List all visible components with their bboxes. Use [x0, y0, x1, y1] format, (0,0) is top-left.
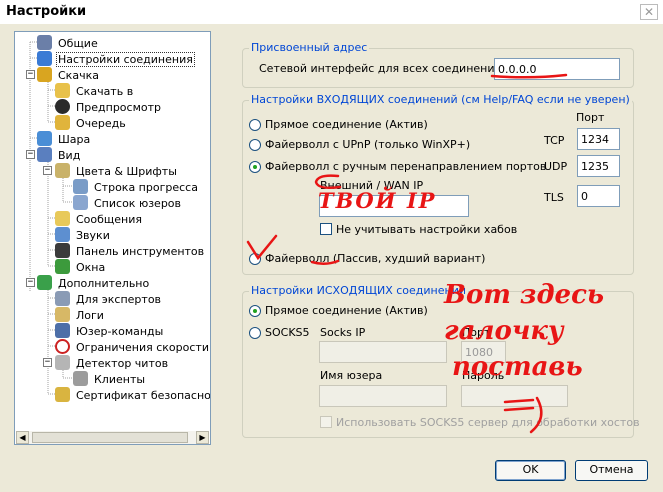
queue-icon — [55, 115, 70, 130]
annotation-line-3: поставь — [452, 352, 583, 382]
scroll-left-button[interactable]: ◀ — [16, 431, 29, 444]
collapse-colors-button[interactable]: − — [43, 166, 52, 175]
share-icon — [37, 131, 52, 146]
port-header: Порт — [576, 111, 605, 124]
radio-upnp-label: Файерволл с UPnP (только WinXP+) — [265, 138, 471, 151]
radio-passive[interactable] — [249, 253, 261, 265]
tree-item-selected-label: Настройки соединения — [56, 52, 195, 67]
radio-out-direct[interactable] — [249, 305, 261, 317]
tree-horizontal-scrollbar[interactable]: ◀ ▶ — [16, 431, 209, 444]
tls-port-input[interactable] — [577, 185, 620, 207]
collapse-advanced-button[interactable]: − — [26, 278, 35, 287]
title-bar: Настройки ✕ — [0, 0, 663, 24]
use-socks-hosts-label: Использовать SOCKS5 сервер для обработки… — [336, 416, 640, 429]
message-icon — [55, 211, 70, 226]
play-icon — [55, 99, 70, 114]
radio-manual-port-forward[interactable] — [249, 161, 261, 173]
socks-user-input[interactable] — [319, 385, 447, 407]
outgoing-legend: Настройки ИСХОДЯЩИХ соединений — [249, 284, 468, 297]
radio-direct-active-label: Прямое соединение (Актив) — [265, 118, 428, 131]
udp-port-input[interactable] — [577, 155, 620, 177]
tcp-label: TCP — [544, 134, 565, 147]
assigned-address-legend: Присвоенный адрес — [249, 41, 370, 54]
ignore-hub-settings-label: Не учитывать настройки хабов — [336, 223, 518, 236]
command-icon — [55, 323, 70, 338]
ignore-hub-settings-checkbox[interactable] — [320, 223, 332, 235]
progress-icon — [73, 179, 88, 194]
log-icon — [55, 307, 70, 322]
scroll-thumb[interactable] — [32, 432, 188, 443]
sound-icon — [55, 227, 70, 242]
detector-icon — [55, 355, 70, 370]
settings-tree[interactable]: Общие Настройки соединения − Скачка Скач… — [14, 31, 211, 445]
radio-passive-label: Файерволл (Пассив, худший вариант) — [265, 252, 486, 265]
scroll-right-button[interactable]: ▶ — [196, 431, 209, 444]
radio-out-direct-label: Прямое соединение (Актив) — [265, 304, 428, 317]
udp-label: UDP — [544, 160, 568, 173]
annotation-your-ip: ТВОЙ IP — [318, 188, 437, 213]
socks-ip-input[interactable] — [319, 341, 447, 363]
incoming-legend: Настройки ВХОДЯЩИХ соединений (см Help/F… — [249, 93, 632, 106]
collapse-cheat-detector-button[interactable]: − — [43, 358, 52, 367]
network-interface-input[interactable] — [494, 58, 620, 80]
gear-icon — [55, 291, 70, 306]
annotation-line-1: Вот здесь — [444, 280, 605, 310]
radio-manual-port-forward-label: Файерволл с ручным перенаправлением порт… — [265, 160, 547, 173]
use-socks-hosts-checkbox[interactable] — [320, 416, 332, 428]
close-icon[interactable]: ✕ — [640, 4, 658, 20]
collapse-view-button[interactable]: − — [26, 150, 35, 159]
radio-socks5-label: SOCKS5 — [265, 326, 310, 339]
network-interface-label: Сетевой интерфейс для всех соединений — [259, 62, 502, 75]
annotation-line-2: галочку — [444, 316, 564, 346]
tcp-port-input[interactable] — [577, 128, 620, 150]
users-icon — [73, 195, 88, 210]
client-icon — [73, 371, 88, 386]
view-icon — [37, 147, 52, 162]
toolbar-icon — [55, 243, 70, 258]
window-title: Настройки — [6, 4, 87, 19]
radio-socks5[interactable] — [249, 327, 261, 339]
cancel-button[interactable]: Отмена — [575, 460, 648, 481]
globe-network-icon — [37, 51, 52, 66]
check-icon — [37, 275, 52, 290]
gear-icon — [37, 35, 52, 50]
download-icon — [37, 67, 52, 82]
socks-password-input[interactable] — [461, 385, 568, 407]
settings-window: Настройки ✕ Общие Настройки соединения −… — [0, 0, 663, 492]
folder-icon — [55, 83, 70, 98]
windows-icon — [55, 259, 70, 274]
radio-direct-active[interactable] — [249, 119, 261, 131]
radio-upnp[interactable] — [249, 139, 261, 151]
palette-icon — [55, 163, 70, 178]
collapse-download-button[interactable]: − — [26, 70, 35, 79]
ok-button[interactable]: OK — [495, 460, 566, 481]
socks-user-label: Имя юзера — [320, 369, 383, 382]
lock-icon — [55, 387, 70, 402]
socks-ip-label: Socks IP — [320, 326, 366, 339]
tls-label: TLS — [544, 191, 564, 204]
speed-limit-icon — [55, 339, 70, 354]
